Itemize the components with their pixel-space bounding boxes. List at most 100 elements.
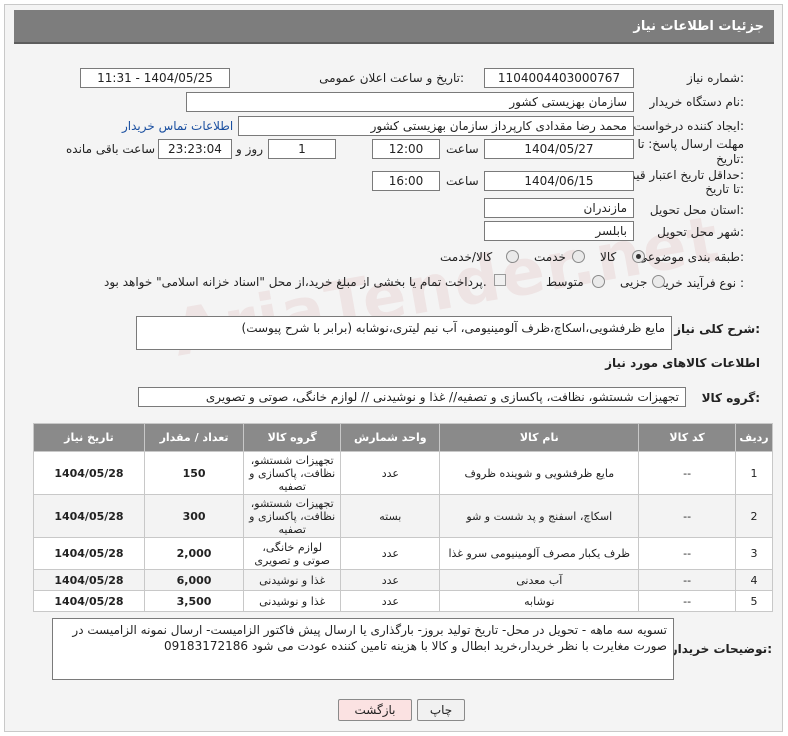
title-bar: جزئیات اطلاعات نیاز [14,10,774,44]
buyer-org-label: نام دستگاه خریدار: [649,95,745,109]
cell-code: -- [638,494,737,538]
summary-label: شرح کلی نیاز: [674,322,760,336]
header-index: ردیف [735,423,773,452]
deadline-label-line2: تاریخ: [716,152,744,166]
cell-date: 1404/05/28 [33,537,145,570]
goods-section-title: اطلاعات کالاهای مورد نیاز [605,356,760,370]
print-button[interactable]: چاپ [417,699,465,721]
announce-field[interactable]: 1404/05/25 - 11:31 [80,68,230,88]
deadline-hour-label: ساعت [446,142,479,156]
category-label: طبقه بندی موضوعی: [637,250,744,264]
category-goods-radio[interactable] [632,250,645,263]
table-row[interactable]: 5 -- نوشابه عدد غذا و نوشیدنی 3,500 1404… [33,590,773,612]
buyer-org-field[interactable]: سازمان بهزیستی کشور [186,92,634,112]
remaining-label: ساعت باقی مانده [66,142,156,156]
summary-field[interactable]: مایع ظرفشویی،اسکاچ،ظرف آلومینیومی، آب نی… [136,316,672,350]
header-date: تاریخ نیاز [33,423,145,452]
category-goods-service-label: کالا/خدمت [440,250,493,264]
need-number-field[interactable]: 1104004403000767 [484,68,634,88]
cell-group: لوازم خانگی، صوتی و تصویری [243,537,342,570]
deadline-label-line1: مهلت ارسال پاسخ: تا [637,137,744,151]
validity-date-field[interactable]: 1404/06/15 [484,171,634,191]
items-table: ردیف کد کالا نام کالا واحد شمارش گروه کا… [33,423,773,612]
days-label: روز و [236,142,263,156]
cell-name: نوشابه [439,590,640,612]
cell-name: ظرف یکبار مصرف آلومینیومی سرو غذا [439,537,640,570]
goods-group-field[interactable]: تجهیزات شستشو، نظافت، پاکسازی و تصفیه// … [138,387,686,407]
cell-date: 1404/05/28 [33,590,145,612]
process-medium-label: متوسط [546,275,584,289]
cell-unit: عدد [340,569,441,591]
process-minor-radio[interactable] [652,275,665,288]
validity-time-field[interactable]: 16:00 [372,171,440,191]
table-row[interactable]: 4 -- آب معدنی عدد غذا و نوشیدنی 6,000 14… [33,569,773,591]
category-goods-service-radio[interactable] [506,250,519,263]
window-title: جزئیات اطلاعات نیاز [633,19,764,34]
days-remaining-field[interactable]: 1 [268,139,336,159]
cell-qty: 3,500 [143,590,245,612]
cell-index: 2 [735,494,773,538]
min-validity-label-line1: حداقل تاریخ اعتبار قیمت: [617,168,744,182]
cell-group: غذا و نوشیدنی [243,569,342,591]
table-row[interactable]: 3 -- ظرف یکبار مصرف آلومینیومی سرو غذا ع… [33,537,773,570]
cell-unit: عدد [340,451,441,495]
cell-code: -- [638,569,737,591]
announce-label: تاریخ و ساعت اعلان عمومی: [319,71,464,85]
treasury-payment-note: پرداخت تمام یا بخشی از مبلغ خرید،از محل … [104,275,487,289]
city-field[interactable]: بابلسر [484,221,634,241]
category-goods-label: کالا [600,250,617,264]
buyer-notes-label: توضیحات خریدار: [670,642,772,656]
remaining-time-field[interactable]: 23:23:04 [158,139,232,159]
province-label: استان محل تحویل: [649,203,744,217]
cell-qty: 6,000 [143,569,245,591]
cell-index: 4 [735,569,773,591]
need-number-label: شماره نیاز: [686,71,744,85]
cell-code: -- [638,451,737,495]
category-service-label: خدمت [534,250,566,264]
buyer-notes-field[interactable]: تسویه سه ماهه - تحویل در محل- تاریخ تولی… [52,618,674,680]
cell-date: 1404/05/28 [33,494,145,538]
contact-info-link[interactable]: اطلاعات تماس خریدار [122,119,233,133]
cell-group: تجهیزات شستشو، نظافت، پاکسازی و تصفیه [243,451,342,495]
cell-unit: عدد [340,537,441,570]
header-group: گروه کالا [243,423,342,452]
cell-index: 1 [735,451,773,495]
cell-name: مایع ظرفشویی و شوینده ظروف [439,451,640,495]
header-code: کد کالا [638,423,737,452]
deadline-time-field[interactable]: 12:00 [372,139,440,159]
cell-date: 1404/05/28 [33,451,145,495]
cell-code: -- [638,537,737,570]
table-row[interactable]: 2 -- اسکاچ، اسفنج و پد شست و شو بسته تجه… [33,494,773,538]
treasury-payment-checkbox[interactable] [494,274,506,286]
process-minor-label: جزیی [620,275,648,289]
table-header-row: ردیف کد کالا نام کالا واحد شمارش گروه کا… [33,423,773,452]
cell-date: 1404/05/28 [33,569,145,591]
cell-qty: 150 [143,451,245,495]
cell-name: آب معدنی [439,569,640,591]
deadline-date-field[interactable]: 1404/05/27 [484,139,634,159]
category-service-radio[interactable] [572,250,585,263]
header-qty: تعداد / مقدار [143,423,245,452]
cell-unit: عدد [340,590,441,612]
header-unit: واحد شمارش [340,423,441,452]
city-label: شهر محل تحویل: [657,225,744,239]
cell-group: تجهیزات شستشو، نظافت، پاکسازی و تصفیه [243,494,342,538]
header-name: نام کالا [439,423,640,452]
cell-qty: 2,000 [143,537,245,570]
creator-label: ایجاد کننده درخواست: [633,119,744,133]
cell-index: 5 [735,590,773,612]
cell-qty: 300 [143,494,245,538]
cell-group: غذا و نوشیدنی [243,590,342,612]
validity-hour-label: ساعت [446,174,479,188]
province-field[interactable]: مازندران [484,198,634,218]
goods-group-label: گروه کالا: [701,391,760,405]
cell-name: اسکاچ، اسفنج و پد شست و شو [439,494,640,538]
process-medium-radio[interactable] [592,275,605,288]
cell-index: 3 [735,537,773,570]
back-button[interactable]: بازگشت [338,699,412,721]
cell-unit: بسته [340,494,441,538]
process-label: نوع فرآیند خرید : [659,276,744,290]
min-validity-label-line2: تا تاریخ: [705,182,744,196]
creator-field[interactable]: محمد رضا مقدادی کارپرداز سازمان بهزیستی … [238,116,634,136]
table-row[interactable]: 1 -- مایع ظرفشویی و شوینده ظروف عدد تجهی… [33,451,773,495]
